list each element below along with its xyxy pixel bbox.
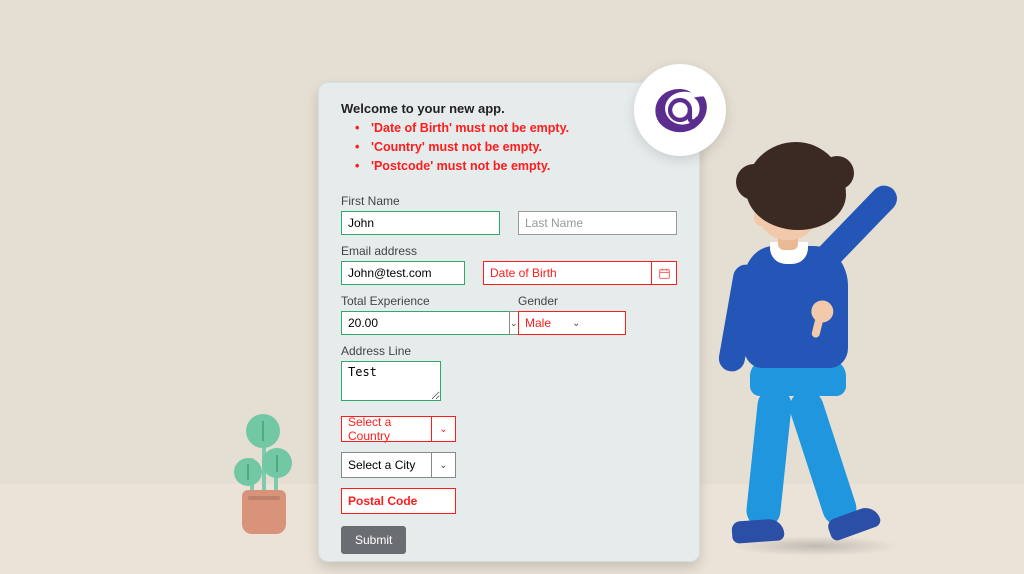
chevron-down-icon[interactable]: ⌄ (432, 416, 456, 442)
calendar-icon[interactable] (651, 261, 677, 285)
validation-summary: 'Date of Birth' must not be empty. 'Coun… (341, 119, 677, 175)
experience-input[interactable] (341, 311, 509, 335)
postal-input[interactable]: Postal Code (341, 488, 456, 514)
email-label: Email address (341, 244, 465, 258)
error-item: 'Date of Birth' must not be empty. (341, 119, 677, 138)
dob-input[interactable] (483, 261, 651, 285)
first-name-input[interactable] (341, 211, 500, 235)
exp-label: Total Experience (341, 294, 500, 308)
last-name-input[interactable] (518, 211, 677, 235)
city-select[interactable]: Select a City ⌄ (341, 452, 456, 478)
gender-label: Gender (518, 294, 677, 308)
address-label: Address Line (341, 344, 677, 358)
error-item: 'Country' must not be empty. (341, 138, 677, 157)
error-item: 'Postcode' must not be empty. (341, 157, 677, 176)
chevron-down-icon[interactable]: ⌄ (509, 311, 518, 335)
form-panel: Welcome to your new app. 'Date of Birth'… (318, 82, 700, 562)
country-value: Select a Country (341, 416, 432, 442)
experience-stepper[interactable]: ⌄ ⌃ (341, 311, 481, 335)
plant-illustration (222, 354, 312, 534)
address-textarea[interactable] (341, 361, 441, 401)
chevron-down-icon: ⌄ (572, 318, 619, 329)
dob-label (483, 244, 677, 258)
last-name-label (518, 194, 677, 208)
city-value: Select a City (341, 452, 432, 478)
chevron-down-icon[interactable]: ⌄ (432, 452, 456, 478)
gender-select[interactable]: Male ⌄ (518, 311, 626, 335)
blazor-logo-icon (634, 64, 726, 156)
email-input[interactable] (341, 261, 465, 285)
country-select[interactable]: Select a Country ⌄ (341, 416, 456, 442)
welcome-heading: Welcome to your new app. (341, 101, 677, 116)
first-name-label: First Name (341, 194, 500, 208)
person-illustration (700, 142, 920, 562)
submit-button[interactable]: Submit (341, 526, 406, 554)
gender-value: Male (525, 316, 572, 330)
